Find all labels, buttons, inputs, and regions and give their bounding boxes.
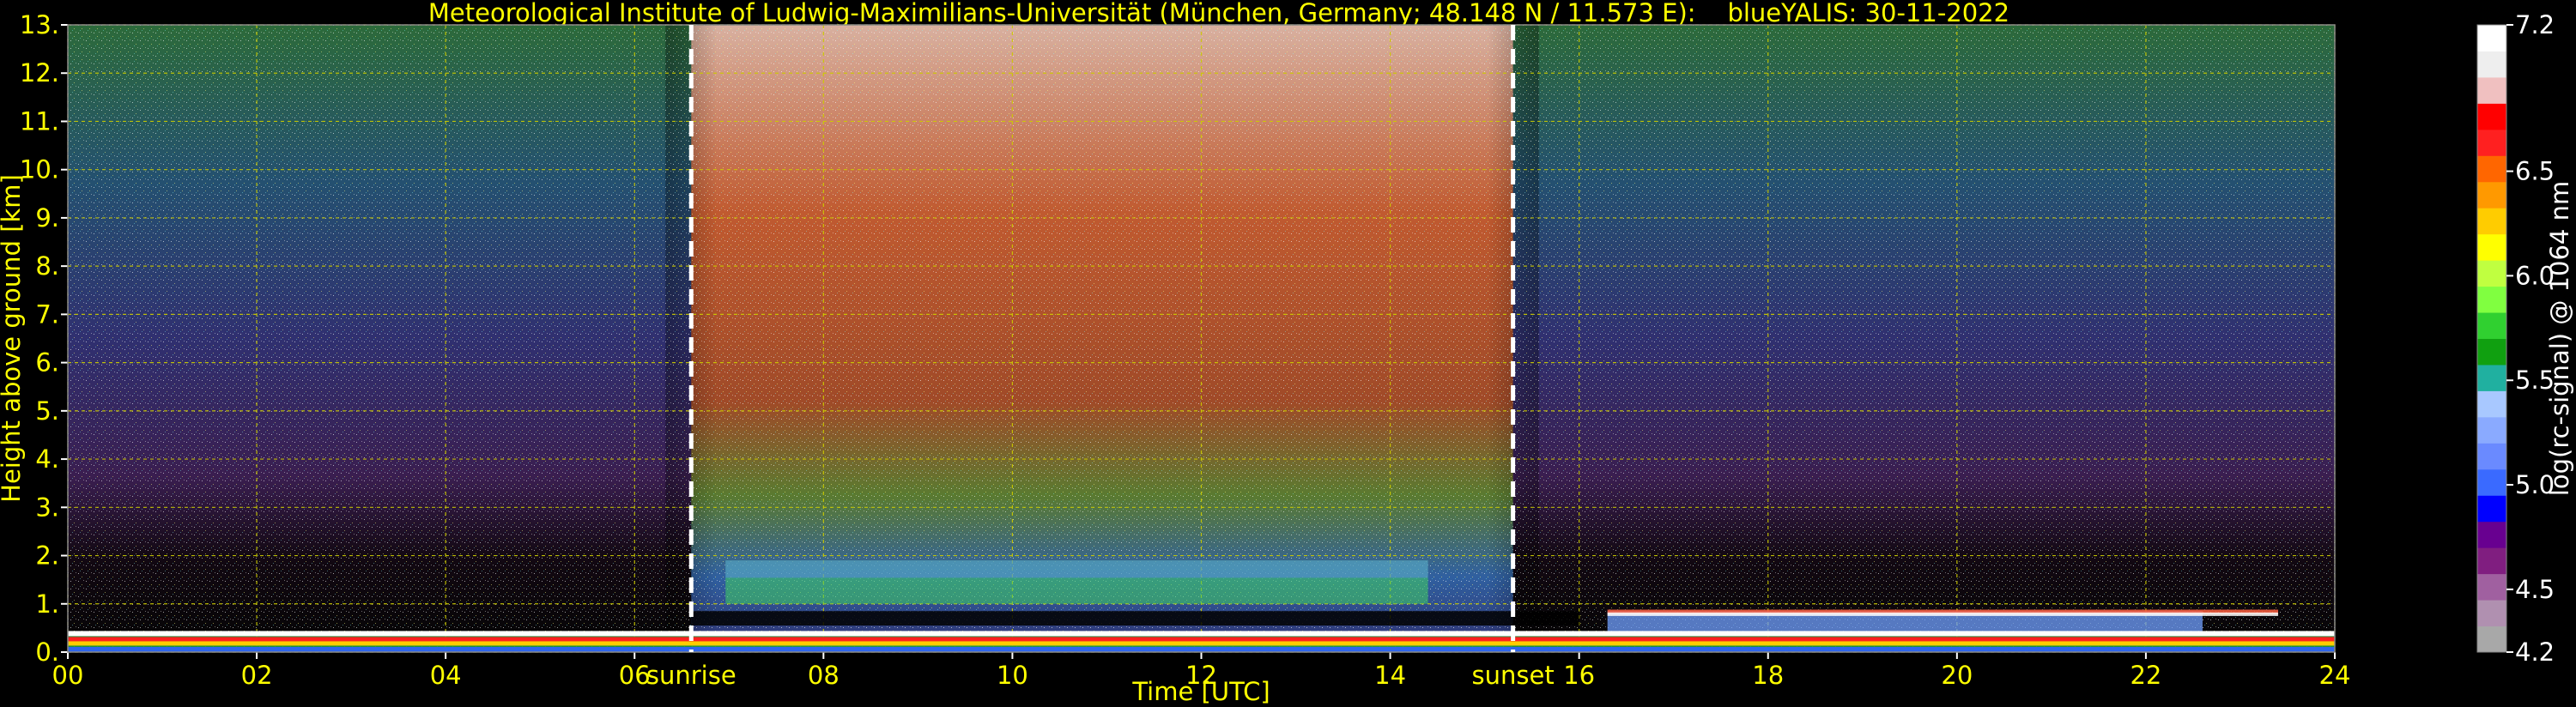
colorbar-segment [2477,443,2506,470]
colorbar-segment [2477,416,2506,444]
colorbar-segment [2477,208,2506,235]
colorbar-segment [2477,547,2506,575]
colorbar-segment [2477,390,2506,418]
colorbar-segment [2477,600,2506,627]
colorbar-label: log(rc-signal) @ 1064 nm [2545,181,2574,496]
colorbar-segment [2477,338,2506,366]
colorbar-segment [2477,286,2506,313]
colorbar-segment [2477,76,2506,104]
colorbar-segment [2477,468,2506,496]
colorbar: 4.24.55.05.56.06.57.2log(rc-signal) @ 10… [2476,10,2574,667]
colorbar-segment [2477,625,2506,653]
colorbar-segment [2477,129,2506,156]
colorbar-segment [2477,260,2506,287]
colorbar-tick-label: 4.5 [2515,575,2555,604]
colorbar-segment [2477,25,2506,51]
colorbar-segment [2477,573,2506,601]
colorbar-segment [2477,521,2506,548]
colorbar-segment [2477,51,2506,78]
colorbar-tick-label: 7.2 [2515,10,2555,39]
colorbar-segment [2477,364,2506,391]
colorbar-segment [2477,103,2506,130]
colorbar-tick-label: 4.2 [2515,638,2555,667]
colorbar-segment [2477,312,2506,339]
colorbar-segment [2477,155,2506,183]
colorbar-segment [2477,495,2506,523]
colorbar-segment [2477,233,2506,261]
colorbar-segment [2477,181,2506,208]
